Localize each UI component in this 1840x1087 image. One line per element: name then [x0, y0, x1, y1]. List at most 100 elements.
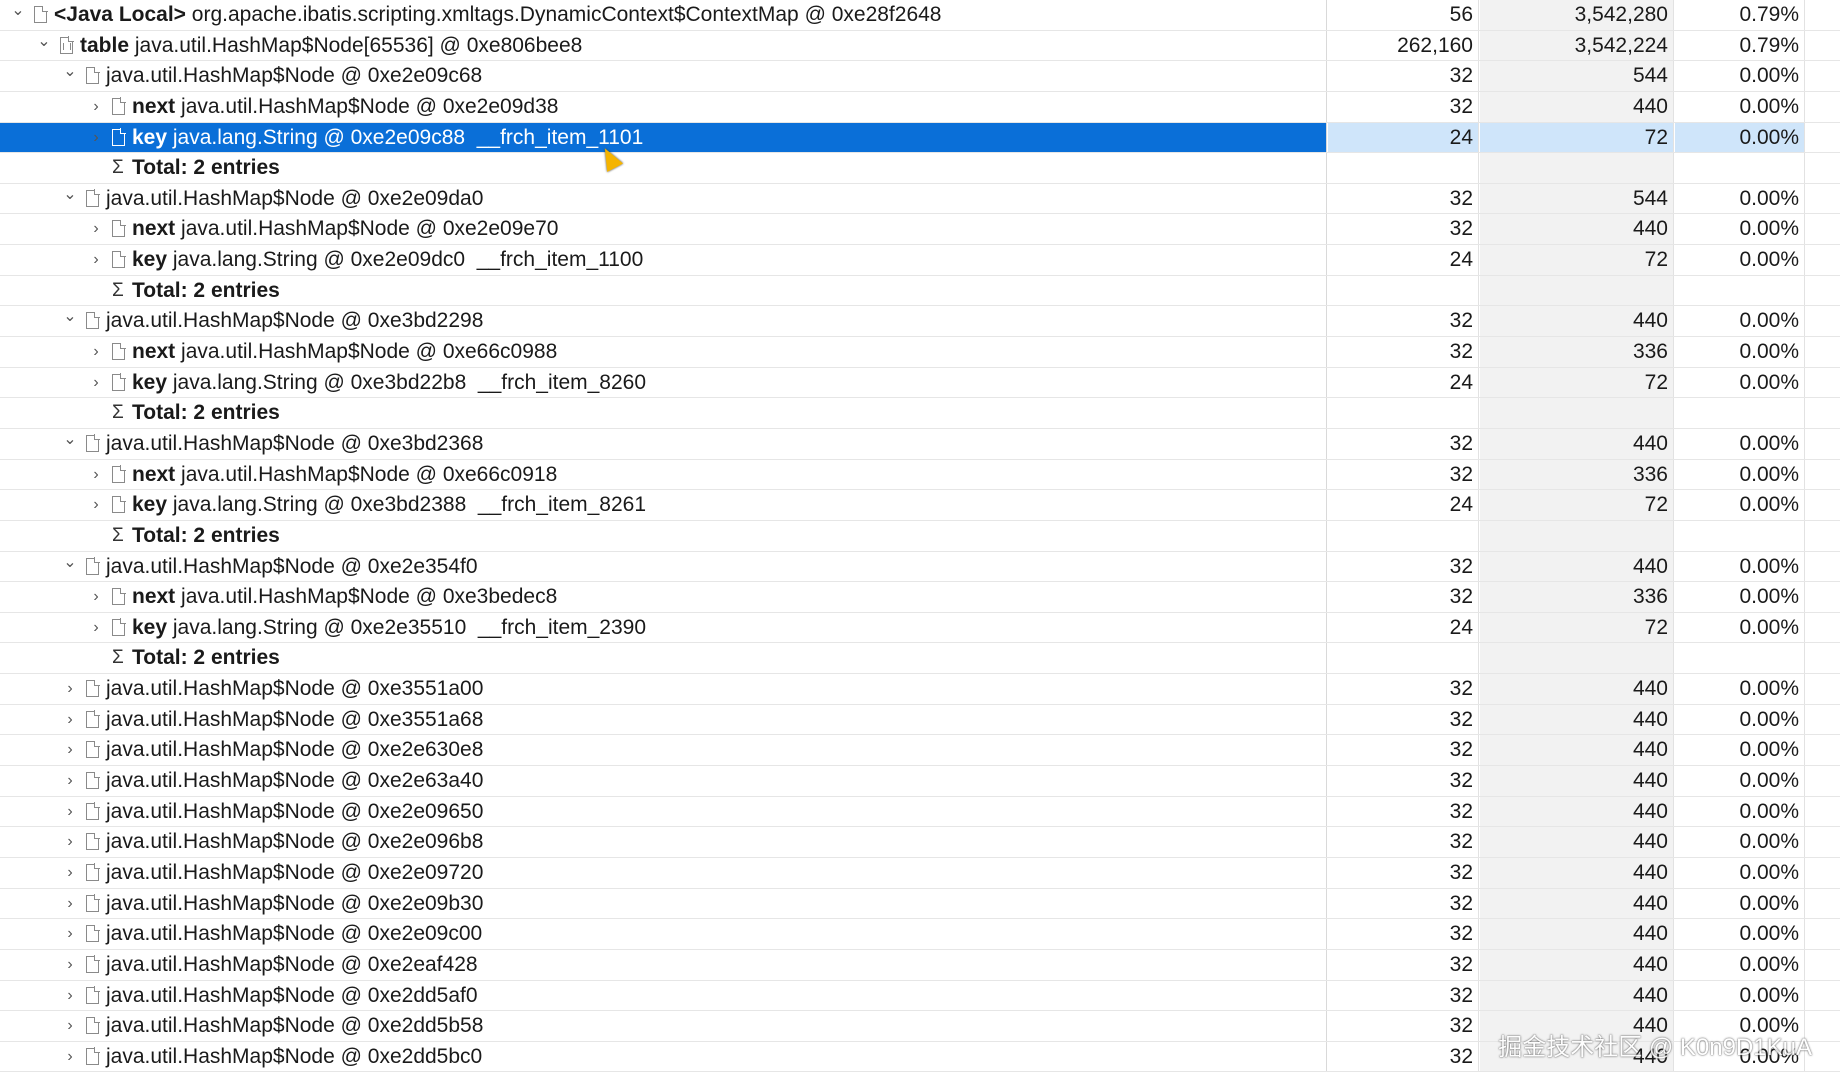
- shallow-heap-cell-value: 32: [1449, 431, 1473, 455]
- tree-row[interactable]: Σ Total: 2 entries: [0, 275, 1840, 307]
- tree-row[interactable]: ⌄ <Java Local> org.apache.ibatis.scriptin…: [0, 0, 1840, 31]
- chevron-down-icon[interactable]: ⌄: [60, 61, 80, 91]
- chevron-down-icon[interactable]: ⌄: [60, 306, 80, 336]
- tree-row[interactable]: › next java.util.HashMap$Node @ 0xe3bedec…: [0, 582, 1840, 613]
- chevron-right-icon[interactable]: ›: [60, 889, 80, 919]
- tree-row[interactable]: ⌄ java.util.HashMap$Node @ 0xe2e354f0 32 44…: [0, 551, 1840, 583]
- tree-row[interactable]: › key java.lang.String @ 0xe2e09c88 __frc…: [0, 122, 1840, 154]
- tree-row[interactable]: › java.util.HashMap$Node @ 0xe2e09c00 32 44…: [0, 919, 1840, 950]
- tree-row-name-cell[interactable]: › next java.util.HashMap$Node @ 0xe2e09e7…: [0, 214, 1327, 245]
- tree-row[interactable]: › java.util.HashMap$Node @ 0xe2eaf428 32 44…: [0, 949, 1840, 981]
- tree-row-name-cell[interactable]: › java.util.HashMap$Node @ 0xe2e630e8: [0, 735, 1327, 766]
- tree-row-name-cell[interactable]: › key java.lang.String @ 0xe3bd22b8 __frc…: [0, 367, 1327, 398]
- tree-row-name-cell[interactable]: › key java.lang.String @ 0xe2e35510 __frc…: [0, 612, 1327, 643]
- tree-row-name-cell[interactable]: › java.util.HashMap$Node @ 0xe2dd5bc0: [0, 1041, 1327, 1072]
- tree-row-name-cell[interactable]: › java.util.HashMap$Node @ 0xe2e09b30: [0, 888, 1327, 919]
- tree-row[interactable]: › key java.lang.String @ 0xe3bd2388 __frc…: [0, 490, 1840, 521]
- tree-row-name-cell[interactable]: › java.util.HashMap$Node @ 0xe3551a68: [0, 704, 1327, 735]
- tree-row[interactable]: ⌄ java.util.HashMap$Node @ 0xe3bd2368 32 44…: [0, 428, 1840, 460]
- tree-row[interactable]: Σ Total: 2 entries: [0, 643, 1840, 675]
- chevron-right-icon[interactable]: ›: [60, 858, 80, 888]
- tree-row-name-cell[interactable]: › key java.lang.String @ 0xe2e09dc0 __frc…: [0, 245, 1327, 275]
- chevron-right-icon[interactable]: ›: [60, 797, 80, 827]
- chevron-right-icon[interactable]: ›: [86, 460, 106, 490]
- tree-row-name-cell[interactable]: ⌄ <Java Local> org.apache.ibatis.scriptin…: [0, 0, 1327, 30]
- tree-row-name-cell[interactable]: Σ Total: 2 entries: [0, 275, 1327, 306]
- tree-row-name-cell[interactable]: › java.util.HashMap$Node @ 0xe2dd5af0: [0, 980, 1327, 1011]
- chevron-right-icon[interactable]: ›: [86, 92, 106, 122]
- tree-row[interactable]: ⌄ java.util.HashMap$Node @ 0xe3bd2298 32 44…: [0, 306, 1840, 338]
- chevron-right-icon[interactable]: ›: [86, 337, 106, 367]
- tree-row-name-cell[interactable]: › next java.util.HashMap$Node @ 0xe2e09d3…: [0, 91, 1327, 122]
- chevron-right-icon[interactable]: ›: [60, 705, 80, 735]
- chevron-right-icon[interactable]: ›: [60, 981, 80, 1011]
- chevron-down-icon[interactable]: ⌄: [8, 0, 28, 30]
- chevron-down-icon[interactable]: ⌄: [60, 184, 80, 214]
- tree-row-name-cell[interactable]: ⌄ java.util.HashMap$Node @ 0xe2e09da0: [0, 183, 1327, 214]
- chevron-down-icon[interactable]: ⌄: [34, 31, 54, 61]
- tree-row[interactable]: › java.util.HashMap$Node @ 0xe2e09720 32 44…: [0, 857, 1840, 889]
- chevron-right-icon[interactable]: ›: [86, 123, 106, 153]
- tree-row-name-cell[interactable]: › java.util.HashMap$Node @ 0xe2e09c00: [0, 919, 1327, 949]
- tree-row[interactable]: › key java.lang.String @ 0xe3bd22b8 __frc…: [0, 367, 1840, 399]
- tree-row[interactable]: › java.util.HashMap$Node @ 0xe3551a00 32 44…: [0, 674, 1840, 705]
- chevron-right-icon[interactable]: ›: [86, 582, 106, 612]
- chevron-down-icon[interactable]: ⌄: [60, 552, 80, 582]
- chevron-right-icon[interactable]: ›: [60, 919, 80, 949]
- tree-row-name-cell[interactable]: ⌄ java.util.HashMap$Node @ 0xe3bd2368: [0, 428, 1327, 459]
- chevron-right-icon[interactable]: ›: [60, 674, 80, 704]
- tree-row[interactable]: Σ Total: 2 entries: [0, 153, 1840, 184]
- tree-row-name-cell[interactable]: › next java.util.HashMap$Node @ 0xe3bedec…: [0, 582, 1327, 612]
- tree-row[interactable]: ⌄ java.util.HashMap$Node @ 0xe2e09da0 32 54…: [0, 183, 1840, 215]
- tree-row[interactable]: › java.util.HashMap$Node @ 0xe2e096b8 32 44…: [0, 827, 1840, 858]
- tree-row[interactable]: › java.util.HashMap$Node @ 0xe2e630e8 32 44…: [0, 735, 1840, 767]
- chevron-right-icon[interactable]: ›: [86, 613, 106, 643]
- tree-row[interactable]: › next java.util.HashMap$Node @ 0xe66c098…: [0, 337, 1840, 368]
- tree-row-name-cell[interactable]: › key java.lang.String @ 0xe2e09c88 __frc…: [0, 122, 1327, 153]
- tree-row-name-cell[interactable]: › key java.lang.String @ 0xe3bd2388 __frc…: [0, 490, 1327, 520]
- object-tree-table[interactable]: ⌄ <Java Local> org.apache.ibatis.scriptin…: [0, 0, 1840, 1073]
- tree-row-name-cell[interactable]: › java.util.HashMap$Node @ 0xe2e63a40: [0, 766, 1327, 796]
- chevron-right-icon[interactable]: ›: [60, 735, 80, 765]
- chevron-down-icon[interactable]: ⌄: [60, 429, 80, 459]
- tree-row-name-cell[interactable]: ⌄ java.util.HashMap$Node @ 0xe3bd2298: [0, 306, 1327, 337]
- tree-row-name-cell[interactable]: › java.util.HashMap$Node @ 0xe2dd5b58: [0, 1011, 1327, 1041]
- tree-row[interactable]: › next java.util.HashMap$Node @ 0xe2e09e7…: [0, 214, 1840, 246]
- tree-row-name-cell[interactable]: › java.util.HashMap$Node @ 0xe2e096b8: [0, 827, 1327, 857]
- tree-row[interactable]: › java.util.HashMap$Node @ 0xe2e09b30 32 44…: [0, 888, 1840, 920]
- tree-row-name-cell[interactable]: › java.util.HashMap$Node @ 0xe2e09720: [0, 857, 1327, 888]
- tree-row[interactable]: › java.util.HashMap$Node @ 0xe2e63a40 32 44…: [0, 766, 1840, 797]
- tree-row[interactable]: ⌄ java.util.HashMap$Node @ 0xe2e09c68 32 54…: [0, 61, 1840, 92]
- tree-row-name-cell[interactable]: › next java.util.HashMap$Node @ 0xe66c098…: [0, 337, 1327, 367]
- chevron-right-icon[interactable]: ›: [60, 1011, 80, 1041]
- chevron-right-icon[interactable]: ›: [86, 214, 106, 244]
- tree-row-name-cell[interactable]: › java.util.HashMap$Node @ 0xe3551a00: [0, 674, 1327, 704]
- tree-row[interactable]: › java.util.HashMap$Node @ 0xe3551a68 32 44…: [0, 704, 1840, 736]
- tree-row-name-cell[interactable]: ⌄ java.util.HashMap$Node @ 0xe2e354f0: [0, 551, 1327, 582]
- chevron-right-icon[interactable]: ›: [60, 827, 80, 857]
- tree-row-name-cell[interactable]: › java.util.HashMap$Node @ 0xe2e09650: [0, 796, 1327, 827]
- tree-row[interactable]: ⌄ table java.util.HashMap$Node[65536] @ 0…: [0, 30, 1840, 62]
- tree-row-name-cell[interactable]: Σ Total: 2 entries: [0, 153, 1327, 183]
- tree-row[interactable]: › next java.util.HashMap$Node @ 0xe2e09d3…: [0, 91, 1840, 123]
- chevron-right-icon[interactable]: ›: [60, 1042, 80, 1072]
- tree-row-name-cell[interactable]: › java.util.HashMap$Node @ 0xe2eaf428: [0, 949, 1327, 980]
- tree-row[interactable]: › key java.lang.String @ 0xe2e09dc0 __frc…: [0, 245, 1840, 276]
- tree-row[interactable]: Σ Total: 2 entries: [0, 520, 1840, 552]
- tree-row-name-cell[interactable]: Σ Total: 2 entries: [0, 643, 1327, 674]
- tree-row-name-cell[interactable]: › next java.util.HashMap$Node @ 0xe66c091…: [0, 459, 1327, 490]
- tree-row[interactable]: Σ Total: 2 entries: [0, 398, 1840, 429]
- tree-row-name-cell[interactable]: ⌄ table java.util.HashMap$Node[65536] @ 0…: [0, 30, 1327, 61]
- tree-row[interactable]: › java.util.HashMap$Node @ 0xe2dd5af0 32 44…: [0, 980, 1840, 1012]
- tree-row-name-cell[interactable]: ⌄ java.util.HashMap$Node @ 0xe2e09c68: [0, 61, 1327, 91]
- chevron-right-icon[interactable]: ›: [86, 490, 106, 520]
- chevron-right-icon[interactable]: ›: [86, 245, 106, 275]
- tree-row[interactable]: › java.util.HashMap$Node @ 0xe2e09650 32 44…: [0, 796, 1840, 828]
- tree-row[interactable]: › next java.util.HashMap$Node @ 0xe66c091…: [0, 459, 1840, 491]
- tree-row[interactable]: › key java.lang.String @ 0xe2e35510 __frc…: [0, 612, 1840, 644]
- chevron-right-icon[interactable]: ›: [60, 950, 80, 980]
- chevron-right-icon[interactable]: ›: [86, 368, 106, 398]
- tree-row-name-cell[interactable]: Σ Total: 2 entries: [0, 398, 1327, 428]
- tree-row-name-cell[interactable]: Σ Total: 2 entries: [0, 520, 1327, 551]
- chevron-right-icon[interactable]: ›: [60, 766, 80, 796]
